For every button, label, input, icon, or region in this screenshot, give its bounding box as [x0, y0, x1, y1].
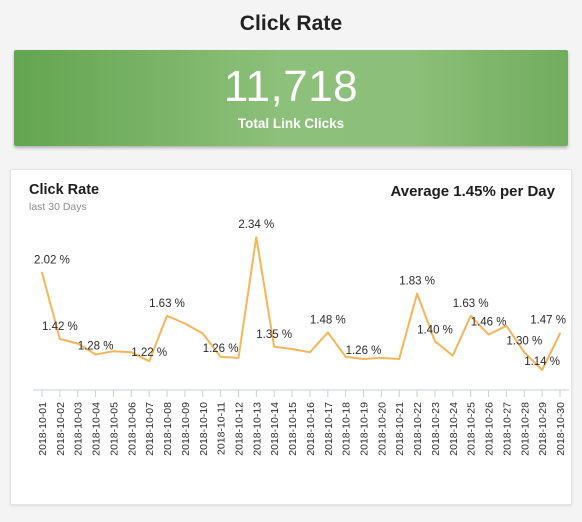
x-tick-label: 2018-10-04	[91, 402, 103, 456]
chart-title-group: Click Rate last 30 Days	[29, 182, 99, 213]
x-tick-label: 2018-10-02	[55, 402, 67, 456]
x-tick-label: 2018-10-26	[484, 402, 496, 456]
x-tick-label: 2018-10-21	[394, 402, 406, 456]
x-tick-label: 2018-10-11	[216, 402, 228, 455]
x-tick-label: 2018-10-15	[287, 402, 299, 456]
point-value-label: 1.83 %	[399, 276, 435, 288]
kpi-value: 11,718	[223, 61, 359, 111]
x-tick-label: 2018-10-23	[430, 402, 442, 456]
x-tick-label: 2018-10-12	[234, 402, 246, 456]
point-value-label: 1.63 %	[453, 298, 489, 310]
x-tick-label: 2018-10-14	[269, 402, 281, 456]
point-value-label: 1.26 %	[346, 345, 382, 357]
point-value-label: 1.46 %	[471, 317, 507, 329]
point-value-label: 1.30 %	[506, 335, 542, 347]
point-value-label: 1.48 %	[310, 314, 346, 326]
x-tick-label: 2018-10-16	[305, 402, 317, 456]
chart-title: Click Rate	[29, 182, 100, 198]
x-tick-label: 2018-10-09	[180, 402, 192, 456]
chart-point-labels: 2.02 % 1.42 %1.28 % 1.22 % 1.63 % 1.26 % 2.34…	[34, 219, 566, 368]
total-link-clicks-kpi-card: 11,718 Total Link Clicks	[14, 50, 568, 146]
x-tick-label: 2018-10-27	[501, 402, 513, 456]
x-tick-label: 2018-10-22	[412, 402, 424, 456]
chart-average-stat: Average 1.45% per Day	[390, 183, 555, 200]
point-value-label: 2.02 %	[34, 255, 70, 267]
chart-x-tick-labels: 2018-10-01 2018-10-02 2018-10-03 2018-10-04…	[37, 402, 567, 456]
click-rate-chart-card: Click Rate last 30 Days Average 1.45% pe…	[10, 169, 572, 505]
x-tick-label: 2018-10-01	[37, 402, 49, 456]
x-tick-label: 2018-10-24	[448, 402, 460, 456]
chart-x-axis	[33, 389, 569, 397]
kpi-label: Total Link Clicks	[237, 116, 345, 132]
click-rate-line-chart: 2.02 % 1.42 %1.28 % 1.22 % 1.63 % 1.26 % 2.34…	[33, 219, 569, 456]
x-tick-label: 2018-10-19	[359, 402, 371, 456]
x-tick-label: 2018-10-10	[198, 402, 210, 456]
chart-subtitle: last 30 Days	[29, 201, 87, 214]
point-value-label: 2.34 %	[238, 219, 274, 231]
x-tick-label: 2018-10-03	[73, 402, 85, 456]
x-tick-label: 2018-10-13	[251, 402, 263, 456]
point-value-label: 1.40 %	[417, 324, 453, 336]
point-value-label: 1.28 %	[78, 341, 114, 353]
point-value-label: 1.14 %	[524, 356, 560, 368]
x-tick-label: 2018-10-06	[126, 402, 138, 456]
x-tick-label: 2018-10-08	[162, 402, 174, 456]
line-chart-plot-area: 2.02 % 1.42 % 1.28 % 1.22 % 1.63 % 1.26 % 2.34…	[11, 218, 582, 506]
point-value-label: 1.63 %	[149, 298, 185, 310]
x-tick-label: 2018-10-18	[341, 402, 353, 456]
chart-card-header: Click Rate last 30 Days Average 1.45% pe…	[11, 170, 571, 213]
x-tick-label: 2018-10-07	[144, 402, 156, 456]
x-tick-label: 2018-10-30	[555, 402, 567, 456]
x-tick-label: 2018-10-25	[466, 402, 478, 456]
point-value-label: 1.47 %	[530, 315, 566, 327]
x-tick-label: 2018-10-20	[376, 402, 388, 456]
x-tick-label: 2018-10-17	[323, 402, 335, 456]
point-value-label: 1.22 %	[131, 347, 167, 359]
point-value-label: 1.42 %	[42, 321, 78, 333]
x-tick-label: 2018-10-05	[108, 402, 120, 456]
point-value-label: 1.35 %	[256, 329, 292, 341]
page-title: Click Rate	[239, 12, 343, 35]
point-value-label: 1.26 %	[203, 343, 239, 355]
x-tick-label: 2018-10-29	[537, 402, 549, 456]
x-tick-label: 2018-10-28	[519, 402, 531, 456]
click-rate-dashboard: Click Rate 11,718 Total Link Clicks Clic…	[0, 0, 582, 522]
